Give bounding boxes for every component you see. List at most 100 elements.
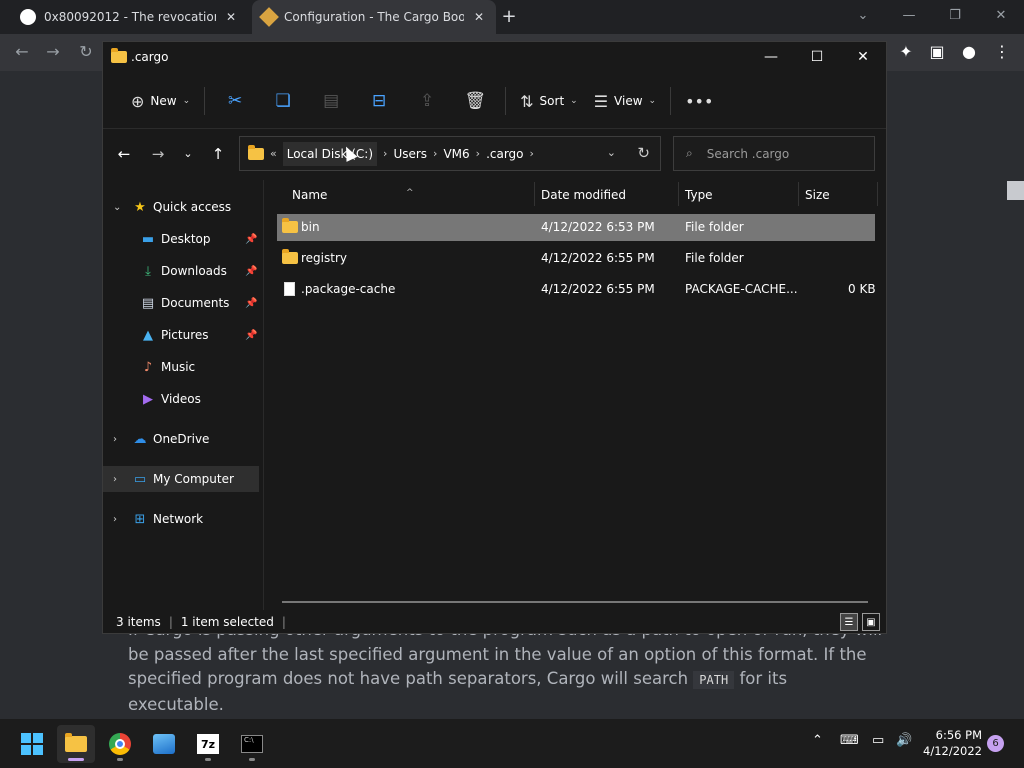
file-row-registry[interactable]: registry 4/12/2022 6:55 PM File folder (277, 245, 875, 272)
start-button[interactable] (13, 725, 51, 763)
column-date[interactable]: Date modified (541, 188, 626, 202)
more-options-button[interactable]: ••• (677, 86, 721, 117)
sort-button[interactable]: ⇅ Sort ⌄ (512, 86, 586, 117)
rename-icon[interactable]: ⊟ (355, 86, 403, 116)
taskbar-7zip[interactable]: 7z (189, 725, 227, 763)
close-button[interactable]: ✕ (840, 42, 886, 72)
breadcrumb-cargo[interactable]: .cargo (486, 147, 523, 161)
taskbar-chrome[interactable] (101, 725, 139, 763)
nav-music[interactable]: ♪ Music (103, 354, 259, 380)
network-status-icon[interactable]: ▭ (872, 733, 884, 748)
chevron-right-icon[interactable]: › (113, 434, 117, 445)
running-indicator (117, 758, 123, 761)
share-icon[interactable]: ⇪ (403, 86, 451, 116)
view-button[interactable]: ☰ View ⌄ (586, 86, 664, 117)
extensions-icon[interactable]: ✦ (896, 42, 916, 62)
new-tab-button[interactable]: + (498, 6, 520, 28)
restore-button[interactable]: ❐ (932, 0, 978, 30)
chevron-down-icon[interactable]: ⌄ (113, 202, 121, 213)
forward-icon[interactable]: → (145, 142, 171, 166)
menu-icon[interactable]: ⋮ (992, 42, 1012, 62)
file-name: .package-cache (301, 282, 396, 296)
close-window-button[interactable]: ✕ (978, 0, 1024, 30)
nav-quick-access[interactable]: ⌄ ★ Quick access (103, 194, 259, 220)
chevron-down-icon[interactable]: ⌄ (607, 146, 616, 159)
copy-icon[interactable]: ❏ (259, 86, 307, 116)
new-button[interactable]: ⊕ New ⌄ (123, 86, 198, 117)
browser-tab-cargo-config[interactable]: Configuration - The Cargo Book ✕ (252, 0, 496, 34)
tray-overflow-icon[interactable]: ⌃ (812, 733, 823, 748)
refresh-icon[interactable]: ↻ (637, 144, 650, 162)
reload-icon[interactable]: ↻ (76, 42, 96, 62)
file-date: 4/12/2022 6:53 PM (541, 220, 655, 234)
nav-onedrive[interactable]: › ☁ OneDrive (103, 426, 259, 452)
column-divider[interactable] (798, 182, 799, 206)
nav-pictures[interactable]: ▲ Pictures 📌 (103, 322, 259, 348)
page-scrollbar-thumb[interactable] (1007, 181, 1024, 200)
chevron-right-icon[interactable]: › (433, 147, 437, 160)
maximize-button[interactable]: ☐ (794, 42, 840, 72)
nav-network[interactable]: › ⊞ Network (103, 506, 259, 532)
keyboard-icon[interactable]: ⌨ (840, 733, 859, 748)
tab-search-icon[interactable]: ⌄ (840, 0, 886, 30)
back-icon[interactable]: ← (111, 142, 137, 166)
delete-icon[interactable]: 🗑 (451, 86, 499, 116)
horizontal-scrollbar[interactable] (282, 601, 868, 603)
file-row-bin[interactable]: bin 4/12/2022 6:53 PM File folder (277, 214, 875, 241)
network-icon: ⊞ (134, 511, 146, 527)
nav-my-computer[interactable]: › ▭ My Computer (103, 466, 259, 492)
file-row-package-cache[interactable]: .package-cache 4/12/2022 6:55 PM PACKAGE… (277, 276, 876, 303)
notification-badge[interactable]: 6 (987, 735, 1004, 752)
cut-icon[interactable]: ✂ (211, 86, 259, 116)
clock-time: 6:56 PM (935, 728, 982, 742)
nav-label: Quick access (153, 200, 232, 214)
close-icon[interactable]: ✕ (472, 10, 486, 24)
forward-icon[interactable]: → (43, 42, 63, 62)
search-input[interactable]: ⌕ Search .cargo (673, 136, 875, 171)
file-list: ^ Name Date modified Type Size bin 4/12/… (263, 180, 886, 610)
overflow-icon[interactable]: « (270, 147, 277, 160)
paste-icon[interactable]: ▤ (307, 86, 355, 116)
recent-chevron-icon[interactable]: ⌄ (175, 142, 201, 166)
nav-downloads[interactable]: ⤓ Downloads 📌 (103, 258, 259, 284)
breadcrumb-local-disk[interactable]: Local Disk (C:) (282, 141, 378, 166)
taskbar-file-explorer[interactable] (57, 725, 95, 763)
nav-videos[interactable]: ▶ Videos (103, 386, 259, 412)
taskbar-terminal[interactable]: C:\ (233, 725, 271, 763)
file-date: 4/12/2022 6:55 PM (541, 251, 655, 265)
sort-icon: ⇅ (520, 91, 534, 111)
column-name[interactable]: Name (292, 188, 327, 202)
column-size[interactable]: Size (805, 188, 830, 202)
column-type[interactable]: Type (685, 188, 713, 202)
volume-icon[interactable]: 🔊 (896, 733, 912, 748)
breadcrumb-vm6[interactable]: VM6 (443, 147, 469, 161)
close-icon[interactable]: ✕ (224, 10, 238, 24)
chevron-right-icon[interactable]: › (476, 147, 480, 160)
divider (670, 87, 672, 115)
breadcrumb-users[interactable]: Users (393, 147, 427, 161)
column-divider[interactable] (678, 182, 679, 206)
up-icon[interactable]: ↑ (205, 142, 231, 166)
browser-tab-revocation[interactable]: 0x80092012 - The revocation fur ✕ (10, 0, 248, 34)
details-view-button[interactable]: ☰ (840, 613, 858, 631)
column-divider[interactable] (877, 182, 878, 206)
clock[interactable]: 6:56 PM 4/12/2022 (920, 727, 982, 759)
chevron-right-icon[interactable]: › (113, 474, 117, 485)
chevron-right-icon[interactable]: › (530, 147, 534, 160)
chevron-right-icon[interactable]: › (113, 514, 117, 525)
back-icon[interactable]: ← (12, 42, 32, 62)
address-bar[interactable]: « Local Disk (C:) › Users › VM6 › .cargo… (239, 136, 661, 171)
tiles-view-button[interactable]: ▣ (862, 613, 880, 631)
profile-icon[interactable]: ● (959, 42, 979, 62)
column-divider[interactable] (534, 182, 535, 206)
chevron-right-icon[interactable]: › (383, 147, 387, 160)
divider (204, 87, 206, 115)
minimize-button[interactable]: — (748, 42, 794, 72)
nav-desktop[interactable]: ▬ Desktop 📌 (103, 226, 259, 252)
file-size: 0 KB (848, 282, 876, 296)
photos-icon (153, 734, 175, 754)
minimize-button[interactable]: — (886, 0, 932, 30)
sidepanel-icon[interactable]: ▣ (927, 42, 947, 62)
taskbar-photos[interactable] (145, 725, 183, 763)
nav-documents[interactable]: ▤ Documents 📌 (103, 290, 259, 316)
